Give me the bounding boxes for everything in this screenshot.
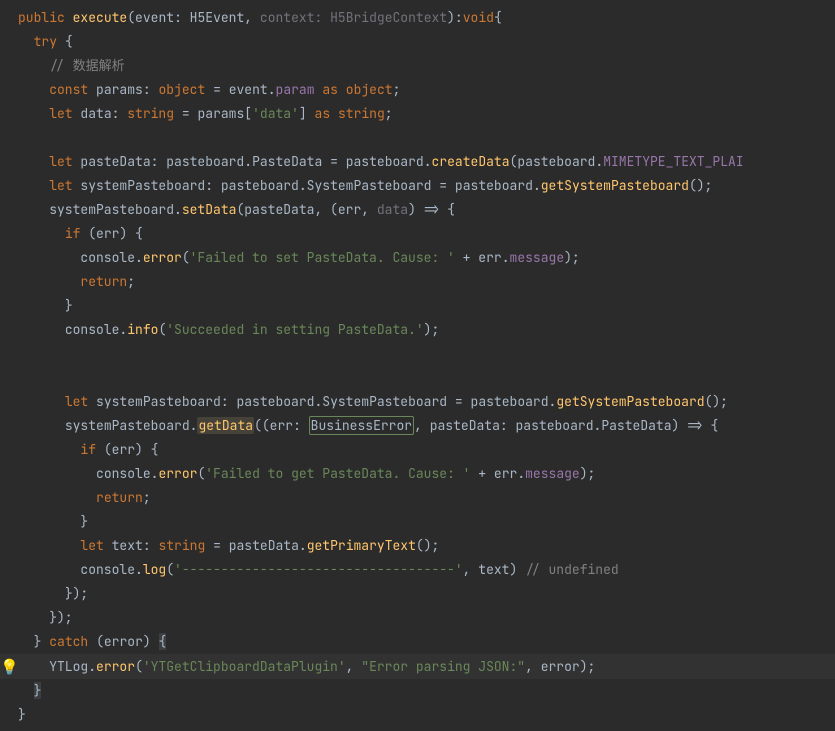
keyword-const: const <box>49 81 88 98</box>
type-pastedata: PasteData <box>252 153 322 170</box>
keyword-return: return <box>80 273 127 290</box>
id-error: error <box>104 633 143 650</box>
fn-getprimarytext: getPrimaryText <box>307 537 416 554</box>
id-ytlog: YTLog <box>49 658 88 675</box>
keyword-public: public <box>18 9 65 26</box>
prop-param: param <box>276 81 315 98</box>
string-plugin: 'YTGetClipboardDataPlugin' <box>143 658 346 675</box>
method-execute: execute <box>73 9 128 26</box>
fn-console-error: error <box>143 249 182 266</box>
string-fail-set: 'Failed to set PasteData. Cause: ' <box>190 249 455 266</box>
keyword-catch: catch <box>49 633 88 650</box>
id-params: params <box>96 81 143 98</box>
string-errjson: "Error parsing JSON:" <box>361 658 525 675</box>
keyword-let: let <box>49 105 72 122</box>
type-void: void <box>463 9 494 26</box>
type-object: object <box>158 81 205 98</box>
param-err: err <box>338 201 361 218</box>
fn-setdata: setData <box>182 201 237 218</box>
comment-parse: // 数据解析 <box>49 57 124 74</box>
closing-brace-catch: } <box>34 682 42 699</box>
type-h5event: H5Event <box>190 9 245 26</box>
type-string: string <box>127 105 174 122</box>
lightbulb-icon[interactable]: 💡 <box>0 657 19 677</box>
param-event: event <box>135 9 174 26</box>
fn-createdata: createData <box>432 153 510 170</box>
string-success: 'Succeeded in setting PasteData.' <box>166 321 423 338</box>
id-console: console <box>80 249 135 266</box>
string-data-key: 'data' <box>252 105 299 122</box>
fn-getsystempasteboard: getSystemPasteboard <box>541 177 689 194</box>
fn-ytlog-error: error <box>96 658 135 675</box>
fn-getdata-highlighted: getData <box>197 417 254 434</box>
keyword-if: if <box>65 225 81 242</box>
comment-undefined: // undefined <box>525 561 619 578</box>
keyword-try: try <box>34 33 57 50</box>
id-systempasteboard: systemPasteboard <box>80 177 205 194</box>
param-context: context <box>260 9 315 26</box>
id-pastedata: pasteData <box>80 153 150 170</box>
type-systempasteboard: SystemPasteboard <box>307 177 432 194</box>
ns-pasteboard: pasteboard <box>166 153 244 170</box>
prop-mimetype: MIMETYPE_TEXT_PLAI <box>603 153 743 170</box>
keyword-as: as <box>322 81 338 98</box>
id-text: text <box>112 537 143 554</box>
code-editor[interactable]: public execute(event: H5Event, context: … <box>0 0 835 727</box>
fn-console-info: info <box>127 321 158 338</box>
fn-console-log: log <box>143 561 166 578</box>
id-data: data <box>80 105 111 122</box>
param-data-faded: data <box>377 201 408 218</box>
id-event: event <box>229 81 268 98</box>
type-h5bridgecontext: H5BridgeContext <box>330 9 447 26</box>
prop-message: message <box>510 249 565 266</box>
string-dashes: '-----------------------------------' <box>174 561 463 578</box>
string-fail-get: 'Failed to get PasteData. Cause: ' <box>205 465 470 482</box>
type-businesserror-boxed: BusinessError <box>309 416 414 435</box>
